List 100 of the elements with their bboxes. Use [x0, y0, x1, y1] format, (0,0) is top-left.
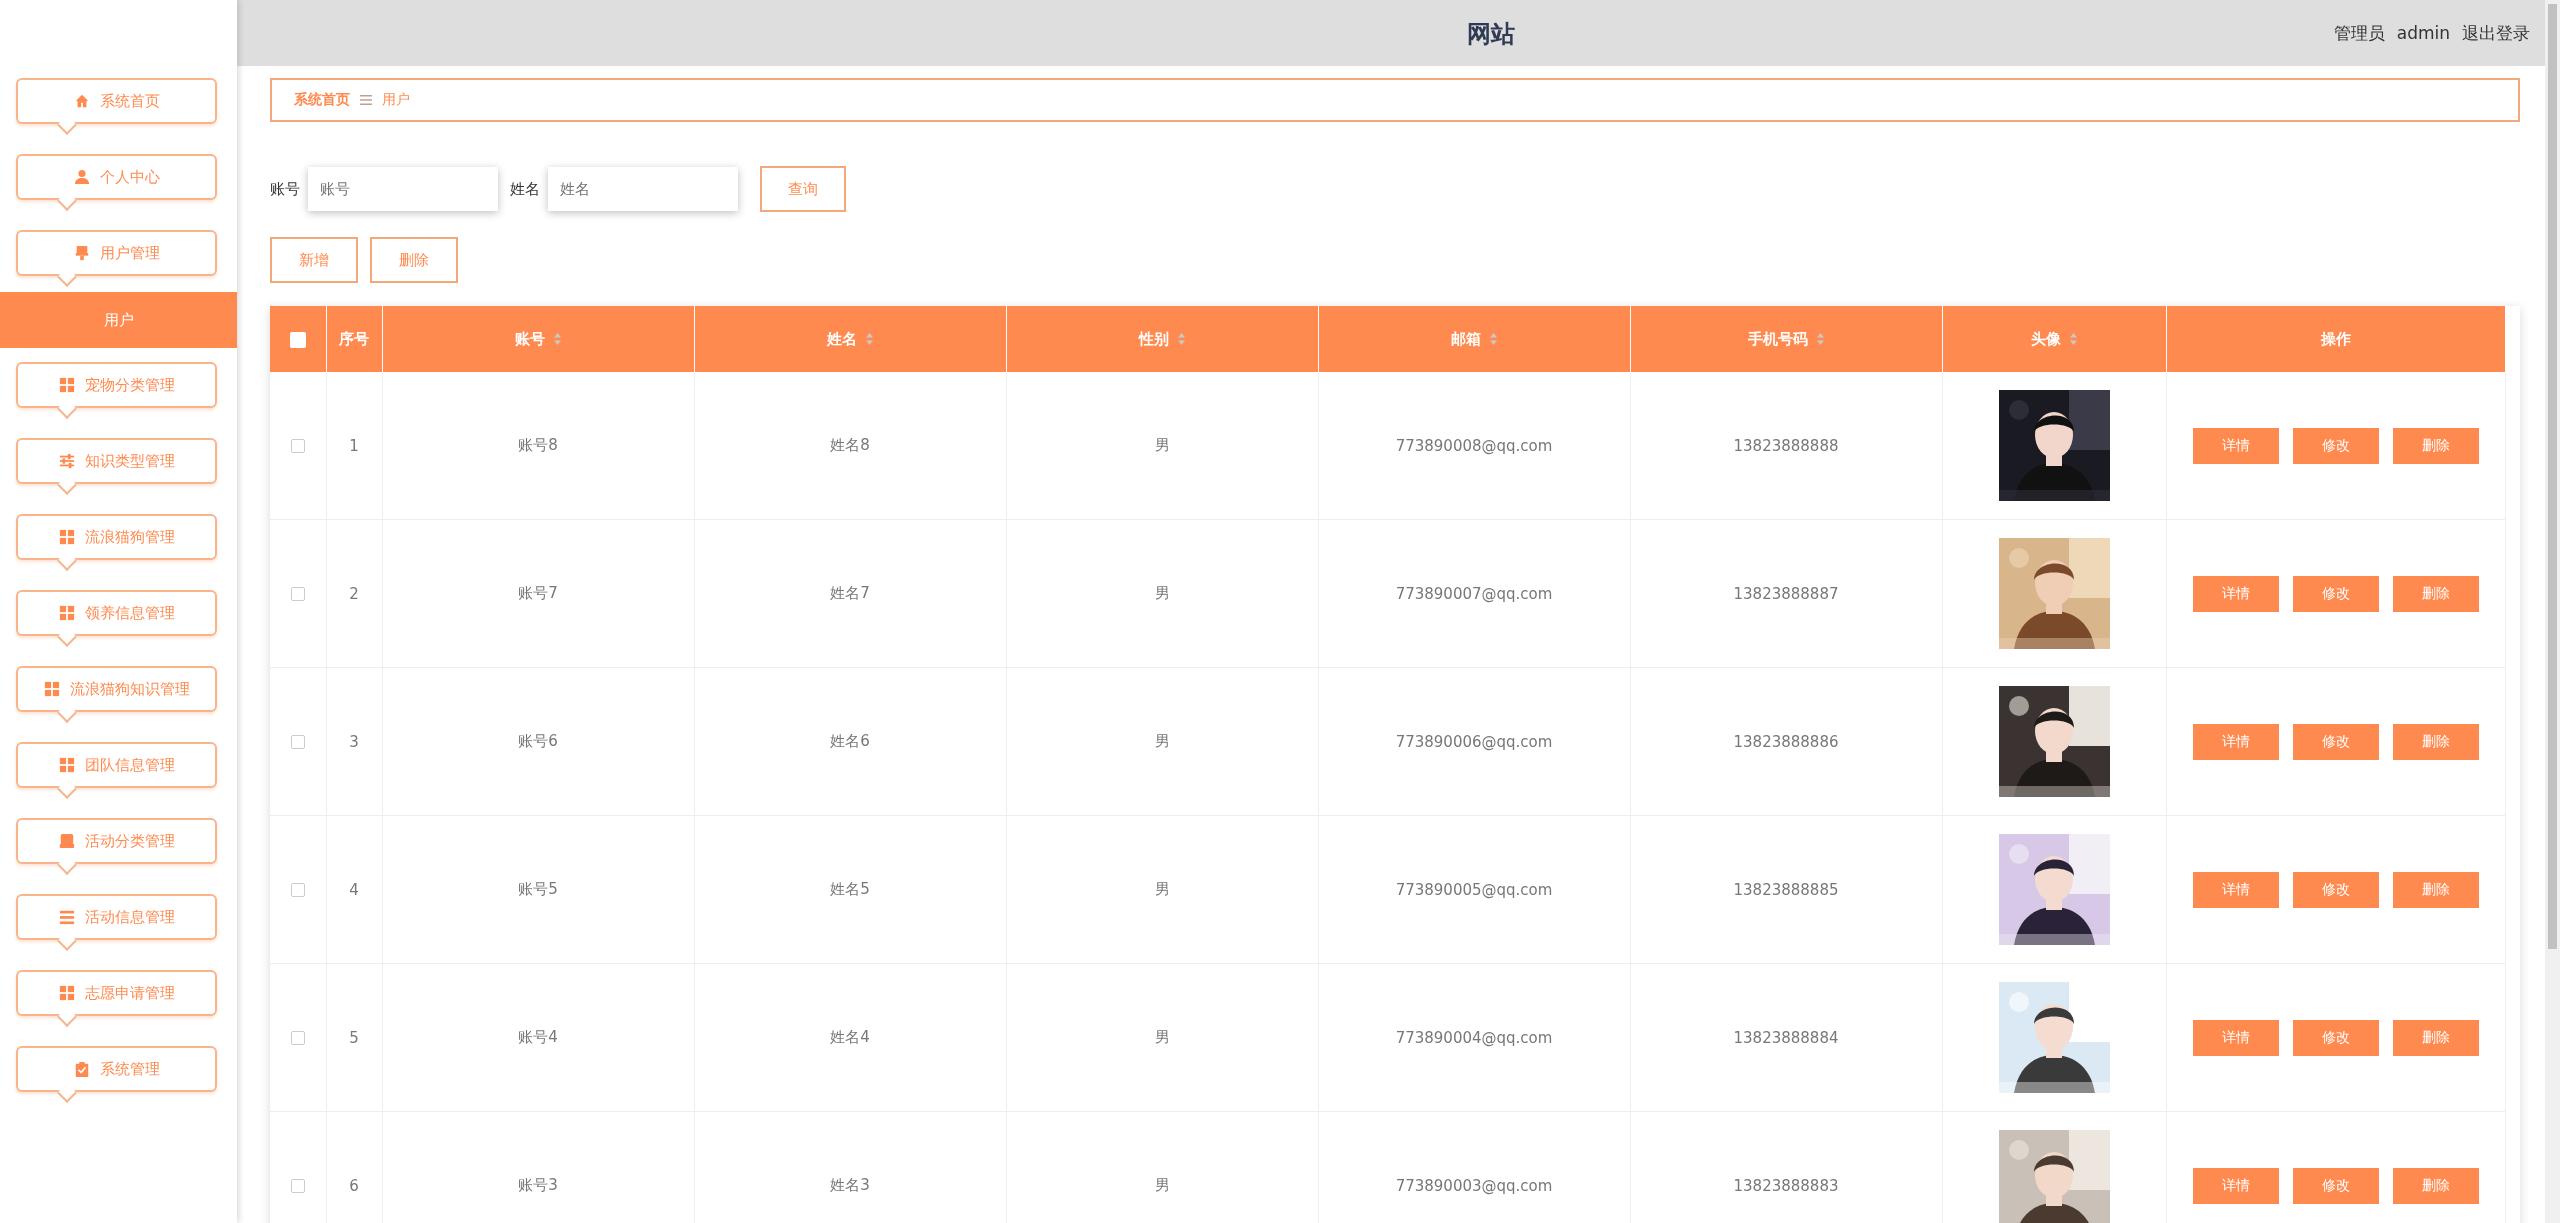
- detail-button[interactable]: 详情: [2192, 575, 2279, 612]
- user-name: admin: [2396, 23, 2450, 43]
- delete-button[interactable]: 删除: [2392, 871, 2479, 908]
- breadcrumb-current: 用户: [382, 91, 410, 109]
- row-checkbox[interactable]: [290, 439, 305, 453]
- table-cell: 姓名7: [694, 519, 1006, 668]
- detail-button[interactable]: 详情: [2192, 427, 2279, 464]
- table-cell: 账号5: [382, 815, 694, 964]
- submenu-item[interactable]: 用户: [0, 292, 237, 348]
- logout-link[interactable]: 退出登录: [2462, 21, 2530, 45]
- field-label: 账号: [270, 179, 300, 199]
- edit-button[interactable]: 修改: [2292, 723, 2379, 760]
- table-cell: 13823888886: [1630, 667, 1942, 816]
- column-header[interactable]: 手机号码: [1747, 329, 1808, 349]
- sidebar-item[interactable]: 流浪猫狗管理: [16, 514, 217, 572]
- tray-icon: [58, 833, 75, 849]
- edit-button[interactable]: 修改: [2292, 575, 2379, 612]
- table-cell: 姓名4: [694, 963, 1006, 1112]
- table-cell: 2: [326, 519, 382, 668]
- table-cell: 账号7: [382, 519, 694, 668]
- delete-button[interactable]: 删除: [2392, 427, 2479, 464]
- row-checkbox[interactable]: [290, 1179, 305, 1193]
- delete-button[interactable]: 删除: [2392, 575, 2479, 612]
- table-cell: 男: [1006, 667, 1318, 816]
- table-cell: 姓名3: [694, 1111, 1006, 1223]
- sidebar-item[interactable]: 志愿申请管理: [16, 970, 217, 1028]
- column-header[interactable]: 姓名: [826, 329, 857, 349]
- sidebar-item[interactable]: 活动分类管理: [16, 818, 217, 876]
- user-icon: [73, 169, 90, 185]
- sidebar-item[interactable]: 个人中心: [16, 154, 217, 212]
- sort-icon[interactable]: [1488, 332, 1498, 346]
- delete-button[interactable]: 删除: [2392, 1019, 2479, 1056]
- sort-icon[interactable]: [552, 332, 562, 346]
- table-cell: 773890004@qq.com: [1318, 963, 1630, 1112]
- column-header[interactable]: 头像: [2030, 329, 2061, 349]
- table-cell: 男: [1006, 1111, 1318, 1223]
- column-header: 序号: [339, 329, 369, 349]
- edit-button[interactable]: 修改: [2292, 1019, 2379, 1056]
- home-icon: [73, 93, 90, 109]
- breadcrumb-link[interactable]: 系统首页: [294, 91, 350, 109]
- table-cell: 1: [326, 372, 382, 520]
- table-cell: 13823888887: [1630, 519, 1942, 668]
- row-checkbox[interactable]: [290, 587, 305, 601]
- sidebar-item[interactable]: 用户管理: [16, 230, 217, 288]
- search-button[interactable]: 查询: [760, 166, 846, 212]
- table-cell: 男: [1006, 519, 1318, 668]
- table-cell: 男: [1006, 963, 1318, 1112]
- table-cell: 6: [326, 1111, 382, 1223]
- edit-button[interactable]: 修改: [2292, 1167, 2379, 1204]
- site-title: 网站: [1467, 19, 1515, 50]
- delete-button[interactable]: 删除: [370, 237, 458, 283]
- table-cell: 773890007@qq.com: [1318, 519, 1630, 668]
- table-cell: 13823888884: [1630, 963, 1942, 1112]
- detail-button[interactable]: 详情: [2192, 1167, 2279, 1204]
- delete-button[interactable]: 删除: [2392, 1167, 2479, 1204]
- sort-icon[interactable]: [864, 332, 874, 346]
- sidebar-item[interactable]: 流浪猫狗知识管理: [16, 666, 217, 724]
- row-checkbox[interactable]: [290, 1031, 305, 1045]
- table-cell: 13823888885: [1630, 815, 1942, 964]
- user-role: 管理员: [2333, 21, 2385, 45]
- column-header[interactable]: 邮箱: [1450, 329, 1481, 349]
- table-cell: 账号8: [382, 372, 694, 520]
- detail-button[interactable]: 详情: [2192, 1019, 2279, 1056]
- sort-icon[interactable]: [1176, 332, 1186, 346]
- table-cell: 773890005@qq.com: [1318, 815, 1630, 964]
- row-checkbox[interactable]: [290, 735, 305, 749]
- column-header[interactable]: 账号: [514, 329, 545, 349]
- detail-button[interactable]: 详情: [2192, 871, 2279, 908]
- table-cell: 773890003@qq.com: [1318, 1111, 1630, 1223]
- table-cell: 姓名8: [694, 372, 1006, 520]
- sidebar-item[interactable]: 知识类型管理: [16, 438, 217, 496]
- scrollbar[interactable]: [2545, 0, 2560, 1223]
- grid-icon: [58, 529, 75, 545]
- sidebar-item[interactable]: 领养信息管理: [16, 590, 217, 648]
- add-button[interactable]: 新增: [270, 237, 358, 283]
- edit-button[interactable]: 修改: [2292, 427, 2379, 464]
- separator-icon: [360, 94, 372, 106]
- grid-icon: [58, 985, 75, 1001]
- search-field[interactable]: 账号: [308, 167, 498, 211]
- detail-button[interactable]: 详情: [2192, 723, 2279, 760]
- column-header: 操作: [2320, 329, 2351, 349]
- sidebar-item[interactable]: 系统管理: [16, 1046, 217, 1104]
- grid-icon: [58, 757, 75, 773]
- table-cell: 773890006@qq.com: [1318, 667, 1630, 816]
- sidebar-item[interactable]: 活动信息管理: [16, 894, 217, 952]
- search-field[interactable]: 姓名: [548, 167, 738, 211]
- sidebar-item[interactable]: 系统首页: [16, 78, 217, 136]
- sidebar-item[interactable]: 团队信息管理: [16, 742, 217, 800]
- sidebar-item[interactable]: 宠物分类管理: [16, 362, 217, 420]
- grid-icon: [43, 681, 60, 697]
- column-header[interactable]: 性别: [1138, 329, 1169, 349]
- table-cell: 5: [326, 963, 382, 1112]
- sort-icon[interactable]: [1815, 332, 1825, 346]
- select-all-checkbox[interactable]: [289, 331, 306, 348]
- table-cell: 账号3: [382, 1111, 694, 1223]
- edit-button[interactable]: 修改: [2292, 871, 2379, 908]
- table-cell: 4: [326, 815, 382, 964]
- sort-icon[interactable]: [2068, 332, 2078, 346]
- row-checkbox[interactable]: [290, 883, 305, 897]
- delete-button[interactable]: 删除: [2392, 723, 2479, 760]
